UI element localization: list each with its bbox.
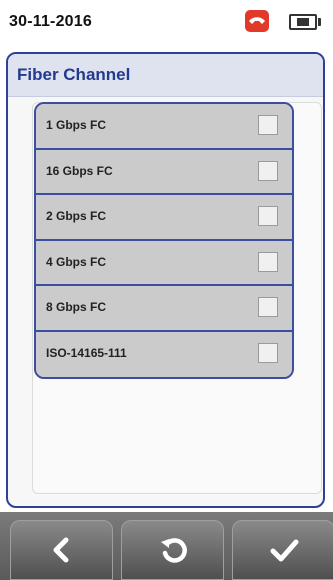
undo-button[interactable] xyxy=(121,520,224,580)
checkbox[interactable] xyxy=(258,115,278,135)
date-label: 30-11-2016 xyxy=(9,13,92,30)
bottom-nav-bar xyxy=(0,512,333,580)
battery-icon xyxy=(289,14,321,30)
option-label: 8 Gbps FC xyxy=(46,300,107,314)
main-panel: Fiber Channel 1 Gbps FC 16 Gbps FC 2 Gbp… xyxy=(6,52,325,508)
checkbox[interactable] xyxy=(258,251,278,272)
option-label: 4 Gbps FC xyxy=(46,254,107,269)
confirm-button[interactable] xyxy=(232,520,333,580)
check-icon xyxy=(270,539,298,562)
checkbox[interactable] xyxy=(258,160,278,181)
checkbox[interactable] xyxy=(258,342,278,363)
undo-icon xyxy=(160,538,187,563)
list-item[interactable]: 4 Gbps FC xyxy=(36,240,292,286)
list-item[interactable]: ISO-14165-111 xyxy=(36,331,292,377)
panel-header: Fiber Channel xyxy=(8,54,323,97)
phone-hangup-icon[interactable] xyxy=(245,10,269,32)
option-label: 16 Gbps FC xyxy=(46,163,113,178)
list-item[interactable]: 2 Gbps FC xyxy=(36,195,292,241)
checkbox[interactable] xyxy=(258,297,278,317)
checkbox[interactable] xyxy=(258,206,278,226)
page-title: Fiber Channel xyxy=(17,65,131,84)
list-item[interactable]: 16 Gbps FC xyxy=(36,149,292,195)
option-label: 2 Gbps FC xyxy=(46,209,107,223)
back-icon xyxy=(53,537,68,563)
list-item[interactable]: 8 Gbps FC xyxy=(36,286,292,332)
battery-level xyxy=(297,18,309,26)
option-label: 1 Gbps FC xyxy=(46,118,107,132)
list-item[interactable]: 1 Gbps FC xyxy=(36,104,292,150)
status-bar: 30-11-2016 xyxy=(0,0,333,44)
options-list: 1 Gbps FC 16 Gbps FC 2 Gbps FC 4 Gbps FC… xyxy=(34,102,294,379)
back-button[interactable] xyxy=(10,520,113,580)
option-label: ISO-14165-111 xyxy=(46,345,127,360)
